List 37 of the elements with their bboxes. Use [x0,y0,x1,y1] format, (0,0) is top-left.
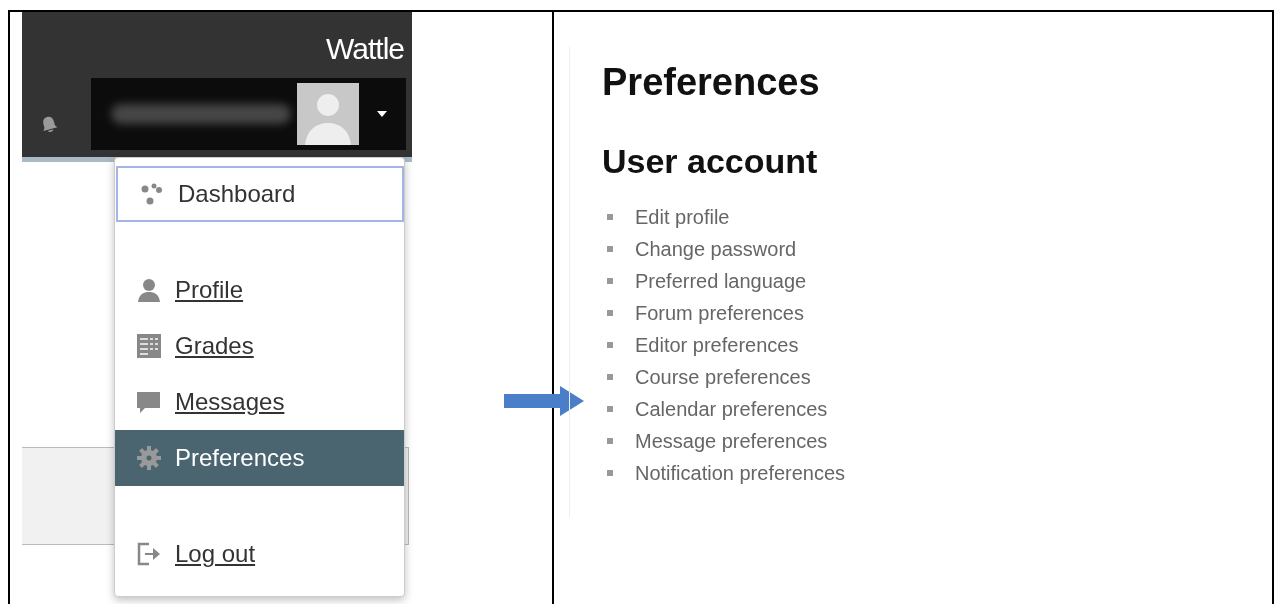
bullet-icon [607,374,613,380]
person-icon [137,278,161,302]
bullet-icon [607,342,613,348]
bullet-icon [607,278,613,284]
settings-icon [137,446,161,470]
menu-item[interactable]: Grades [115,318,404,374]
settings-link[interactable]: Message preferences [635,429,828,453]
speech-bubble-icon [137,390,161,414]
bullet-icon [607,310,613,316]
caret-icon [377,111,387,117]
bell-icon[interactable] [40,114,58,134]
bullet-icon [607,214,613,220]
logout-icon [137,542,161,566]
bullet-icon [607,406,613,412]
settings-link[interactable]: Calendar preferences [635,397,828,421]
settings-link[interactable]: Preferred language [635,269,807,293]
settings-link[interactable]: Forum preferences [635,301,804,325]
menu-item[interactable]: Profile [115,262,404,318]
menu-item[interactable]: Dashboard [116,166,404,222]
bullet-icon [607,470,613,476]
avatar-icon [297,83,359,145]
page-title: Preferences [602,61,821,104]
menu-item[interactable]: Preferences [115,430,404,486]
settings-link[interactable]: Edit profile [635,205,730,229]
section-title: User account [602,142,819,181]
site-title: Wattle [326,32,404,67]
settings-link[interactable]: Course preferences [635,365,811,389]
bullet-icon [607,246,613,252]
table-icon [137,334,161,358]
user-menu-toggle[interactable] [91,78,406,150]
bullet-icon [607,438,613,444]
settings-link[interactable]: Change password [635,237,797,261]
settings-link[interactable]: Editor preferences [635,333,799,357]
menu-item[interactable]: Log out [115,526,404,582]
menu-item[interactable]: Messages [115,374,404,430]
dashboard-icon [140,182,164,206]
settings-link[interactable]: Notification preferences [635,461,846,485]
